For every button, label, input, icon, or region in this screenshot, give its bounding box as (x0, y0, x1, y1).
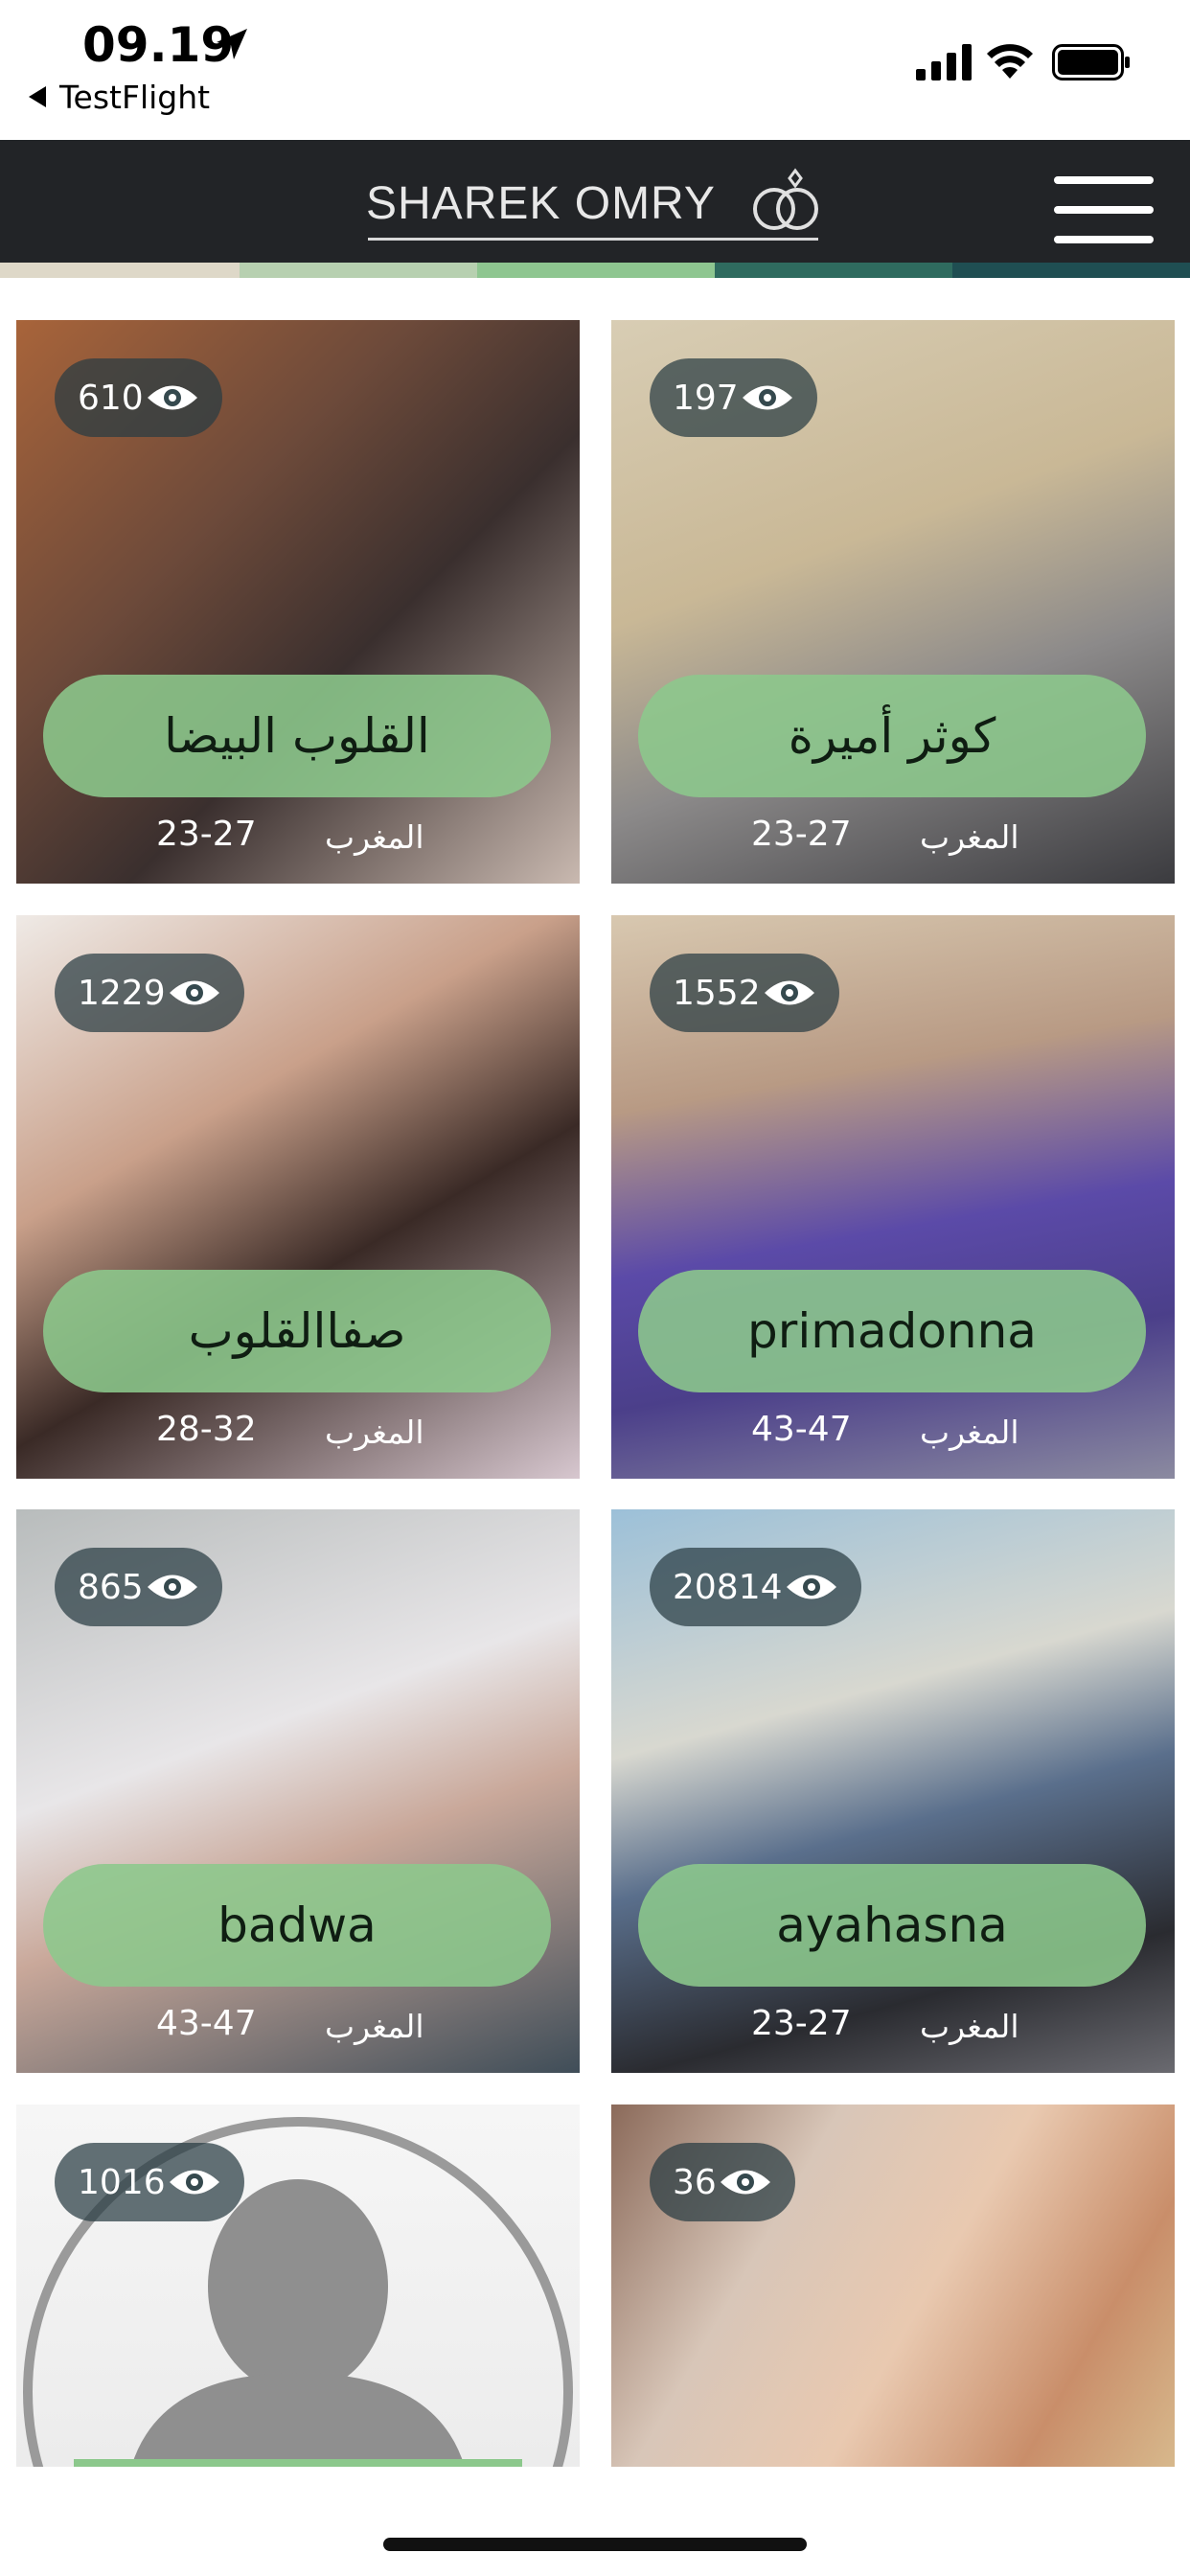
eye-icon (720, 2170, 770, 2195)
name-pill-edge (74, 2459, 522, 2467)
profile-card[interactable]: 1016 (16, 2104, 580, 2467)
profile-country: المغرب (325, 818, 424, 856)
profile-name: صفاالقلوب (43, 1270, 551, 1392)
profile-country: المغرب (920, 818, 1019, 856)
views-count: 865 (78, 1567, 144, 1607)
profile-age-range: 43-47 (751, 1410, 852, 1449)
home-indicator[interactable] (383, 2538, 807, 2551)
eye-icon (147, 385, 197, 410)
eye-icon (169, 980, 219, 1005)
views-count: 1016 (78, 2162, 166, 2202)
header-stripe-2 (240, 263, 477, 278)
views-count: 610 (78, 378, 144, 418)
eye-icon (764, 980, 814, 1005)
profile-card[interactable]: 1229 صفاالقلوب 28-32 المغرب (16, 915, 580, 1479)
profile-name: badwa (43, 1864, 551, 1987)
profile-age-range: 23-27 (751, 815, 852, 854)
profile-card[interactable]: 20814 ayahasna 23-27 المغرب (611, 1509, 1175, 2073)
status-time: 09.19 (82, 17, 235, 73)
hamburger-menu-button[interactable] (1054, 176, 1154, 243)
profile-name: القلوب البيضا (43, 675, 551, 797)
views-count: 36 (673, 2162, 717, 2202)
views-badge: 610 (55, 358, 222, 437)
profile-card[interactable]: 610 القلوب البيضا 23-27 المغرب (16, 320, 580, 884)
eye-icon (786, 1575, 836, 1599)
back-arrow-icon (29, 85, 46, 107)
header-stripe-4 (715, 263, 952, 278)
header-stripe-1 (0, 263, 240, 278)
profile-age-range: 28-32 (156, 1410, 257, 1449)
location-arrow-icon (217, 29, 247, 59)
views-count: 197 (673, 378, 739, 418)
views-count: 20814 (673, 1567, 783, 1607)
views-count: 1552 (673, 973, 761, 1013)
views-badge: 1552 (650, 954, 839, 1032)
profile-age-range: 43-47 (156, 2004, 257, 2043)
wifi-icon (987, 44, 1033, 79)
profile-card[interactable]: 1552 primadonna 43-47 المغرب (611, 915, 1175, 1479)
profile-country: المغرب (920, 2008, 1019, 2045)
profile-name: ayahasna (638, 1864, 1146, 1987)
back-to-testflight-link[interactable]: TestFlight (29, 79, 210, 116)
views-badge: 36 (650, 2143, 795, 2221)
profile-age-range: 23-27 (156, 815, 257, 854)
logo-underline (368, 238, 818, 241)
profile-country: المغرب (920, 1414, 1019, 1451)
views-badge: 197 (650, 358, 817, 437)
profile-card[interactable]: 865 badwa 43-47 المغرب (16, 1509, 580, 2073)
profile-country: المغرب (325, 1414, 424, 1451)
profile-name: كوثر أميرة (638, 675, 1146, 797)
header-stripe-3 (477, 263, 715, 278)
header-stripe-5 (952, 263, 1190, 278)
profile-age-range: 23-27 (751, 2004, 852, 2043)
eye-icon (742, 385, 792, 410)
profile-name: primadonna (638, 1270, 1146, 1392)
wedding-rings-icon (753, 168, 818, 230)
status-bar: 09.19 TestFlight (0, 0, 1190, 140)
profile-card[interactable]: 36 (611, 2104, 1175, 2467)
views-badge: 1016 (55, 2143, 244, 2221)
eye-icon (147, 1575, 197, 1599)
views-count: 1229 (78, 973, 166, 1013)
views-badge: 865 (55, 1548, 222, 1626)
app-logo-text: SHAREK OMRY (366, 178, 716, 229)
cellular-signal-icon (916, 44, 972, 80)
back-label: TestFlight (59, 79, 211, 116)
eye-icon (169, 2170, 219, 2195)
profile-card[interactable]: 197 كوثر أميرة 23-27 المغرب (611, 320, 1175, 884)
views-badge: 1229 (55, 954, 244, 1032)
profile-country: المغرب (325, 2008, 424, 2045)
battery-icon (1052, 44, 1130, 80)
views-badge: 20814 (650, 1548, 861, 1626)
